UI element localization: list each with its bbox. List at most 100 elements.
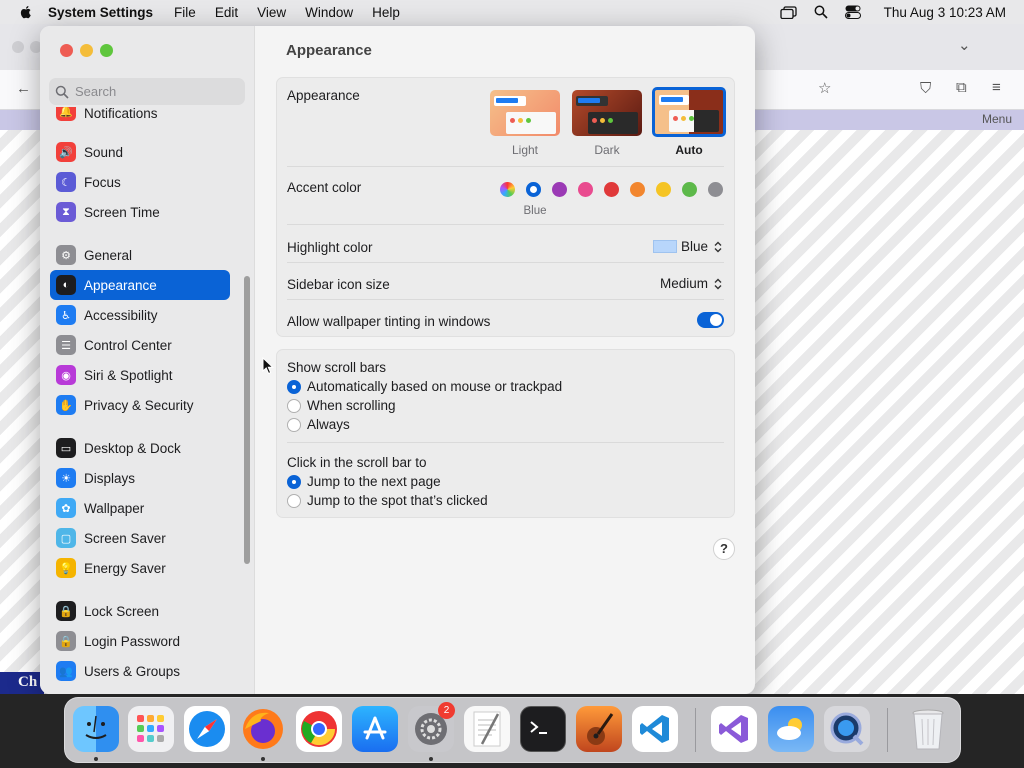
sidebar-item-label: Appearance	[84, 277, 157, 293]
sidebar-item-label: Privacy & Security	[84, 397, 194, 413]
menu-window[interactable]: Window	[305, 5, 353, 20]
radio-scroll-always[interactable]: Always	[287, 417, 350, 432]
sidebar-item-screen-saver[interactable]: ▢ Screen Saver	[50, 523, 230, 553]
search-input[interactable]: Search	[49, 78, 245, 105]
sidebar-item-focus[interactable]: ☾ Focus	[50, 167, 230, 197]
close-button[interactable]	[60, 44, 73, 57]
sidebar-item-siri-spotlight[interactable]: ◉ Siri & Spotlight	[50, 360, 230, 390]
divider	[287, 442, 724, 443]
accent-color-swatch[interactable]	[526, 182, 541, 197]
visual-studio-icon[interactable]	[711, 706, 757, 752]
extensions-icon[interactable]: ⧉	[956, 79, 967, 96]
accent-color-name: Blue	[523, 205, 547, 217]
sidebar-item-energy-saver[interactable]: 💡 Energy Saver	[50, 553, 230, 583]
highlight-color-popup[interactable]: Blue	[652, 239, 722, 254]
accent-color-swatch[interactable]	[630, 182, 645, 197]
sidebar-item-label: Focus	[84, 174, 121, 190]
sidebar-item-label: Displays	[84, 470, 136, 486]
menu-app-name[interactable]: System Settings	[48, 5, 153, 20]
accent-color-swatch[interactable]	[552, 182, 567, 197]
sidebar-scrollbar[interactable]	[244, 276, 250, 564]
sidebar-item-wallpaper[interactable]: ✿ Wallpaper	[50, 493, 230, 523]
accent-color-swatch[interactable]	[500, 182, 515, 197]
app-store-icon[interactable]	[352, 706, 398, 752]
highlight-color-swatch	[652, 240, 677, 253]
sidebar-item-label: Users & Groups	[84, 663, 181, 679]
star-icon[interactable]: ☆	[818, 79, 831, 97]
control-center-icon[interactable]	[844, 4, 862, 20]
accent-color-swatch[interactable]	[604, 182, 619, 197]
accent-color-swatch[interactable]	[578, 182, 593, 197]
sidebar-item-screen-time[interactable]: ⧗ Screen Time	[50, 197, 230, 227]
minimize-button[interactable]	[80, 44, 93, 57]
bell-icon: 🔔	[56, 107, 76, 121]
chrome-icon[interactable]	[296, 706, 342, 752]
moon-icon: ☾	[56, 172, 76, 192]
back-arrow-icon[interactable]: ←	[16, 80, 31, 97]
weather-icon[interactable]	[768, 706, 814, 752]
zoom-button[interactable]	[100, 44, 113, 57]
page-menu-label[interactable]: Menu	[982, 112, 1012, 126]
pocket-icon[interactable]: ⛉	[920, 80, 931, 97]
sidebar-item-displays[interactable]: ☀ Displays	[50, 463, 230, 493]
sidebar-item-notifications[interactable]: 🔔 Notifications	[50, 107, 230, 121]
spotlight-icon[interactable]	[812, 4, 830, 20]
gear-icon: ⚙	[56, 245, 76, 265]
sidebar-item-privacy-security[interactable]: ✋ Privacy & Security	[50, 390, 230, 420]
sidebar-item-appearance[interactable]: ◐ Appearance	[50, 270, 230, 300]
menu-clock[interactable]: Thu Aug 3 10:23 AM	[884, 5, 1006, 20]
firefox-icon[interactable]	[240, 706, 286, 752]
appearance-auto-thumbnail[interactable]	[652, 87, 726, 137]
window-switcher-icon[interactable]	[780, 4, 798, 20]
menu-help[interactable]: Help	[372, 5, 400, 20]
dock-icon: ▭	[56, 438, 76, 458]
chevron-down-icon[interactable]: ⌄	[958, 36, 971, 54]
launchpad-icon[interactable]	[128, 706, 174, 752]
popup-arrows-icon	[714, 278, 722, 289]
menu-file[interactable]: File	[174, 5, 196, 20]
sidebar-icon-size-popup[interactable]: Medium	[660, 276, 722, 291]
safari-icon[interactable]	[184, 706, 230, 752]
sidebar-item-desktop-dock[interactable]: ▭ Desktop & Dock	[50, 433, 230, 463]
wallpaper-tinting-toggle[interactable]	[697, 312, 724, 328]
radio-jump-to-spot[interactable]: Jump to the spot that’s clicked	[287, 493, 488, 508]
search-placeholder: Search	[75, 84, 117, 99]
menu-view[interactable]: View	[257, 5, 286, 20]
divider	[287, 224, 724, 225]
appearance-light-thumbnail[interactable]	[490, 90, 560, 136]
sidebar-item-login-password[interactable]: 🔒 Login Password	[50, 626, 230, 656]
finder-icon[interactable]	[73, 706, 119, 752]
sidebar-item-lock-screen[interactable]: 🔒 Lock Screen	[50, 596, 230, 626]
sidebar-item-label: Energy Saver	[84, 560, 166, 576]
vscode-icon[interactable]	[632, 706, 678, 752]
terminal-icon[interactable]	[520, 706, 566, 752]
menu-edit[interactable]: Edit	[215, 5, 238, 20]
sidebar-item-control-center[interactable]: ☰ Control Center	[50, 330, 230, 360]
quicktime-icon[interactable]	[824, 706, 870, 752]
accent-color-swatch[interactable]	[656, 182, 671, 197]
sidebar-item-general[interactable]: ⚙ General	[50, 240, 230, 270]
textedit-icon[interactable]	[464, 706, 510, 752]
hamburger-menu-icon[interactable]: ≡	[992, 79, 1001, 96]
appearance-dark-label: Dark	[594, 143, 620, 157]
accent-color-swatch[interactable]	[682, 182, 697, 197]
sidebar-item-sound[interactable]: 🔊 Sound	[50, 137, 230, 167]
browser-close-dot[interactable]	[12, 41, 24, 53]
sidebar-item-users-groups[interactable]: 👥 Users & Groups	[50, 656, 230, 686]
radio-scroll-when-scrolling[interactable]: When scrolling	[287, 398, 396, 413]
garageband-icon[interactable]	[576, 706, 622, 752]
sidebar-item-label: Lock Screen	[84, 603, 160, 619]
accent-color-swatch[interactable]	[708, 182, 723, 197]
trash-icon[interactable]	[905, 706, 951, 752]
radio-scroll-automatic[interactable]: Automatically based on mouse or trackpad	[287, 379, 562, 394]
radio-button	[287, 493, 301, 508]
sidebar-item-accessibility[interactable]: ♿ Accessibility	[50, 300, 230, 330]
apple-icon[interactable]	[18, 4, 34, 20]
help-button[interactable]: ?	[713, 538, 735, 560]
sidebar-item-label: Login Password	[84, 633, 181, 649]
appearance-group: Appearance Light Dark Auto Accent color …	[276, 77, 735, 337]
appearance-dark-thumbnail[interactable]	[572, 90, 642, 136]
radio-jump-next-page[interactable]: Jump to the next page	[287, 474, 441, 489]
radio-label: Jump to the spot that’s clicked	[307, 493, 488, 508]
divider	[287, 166, 724, 167]
